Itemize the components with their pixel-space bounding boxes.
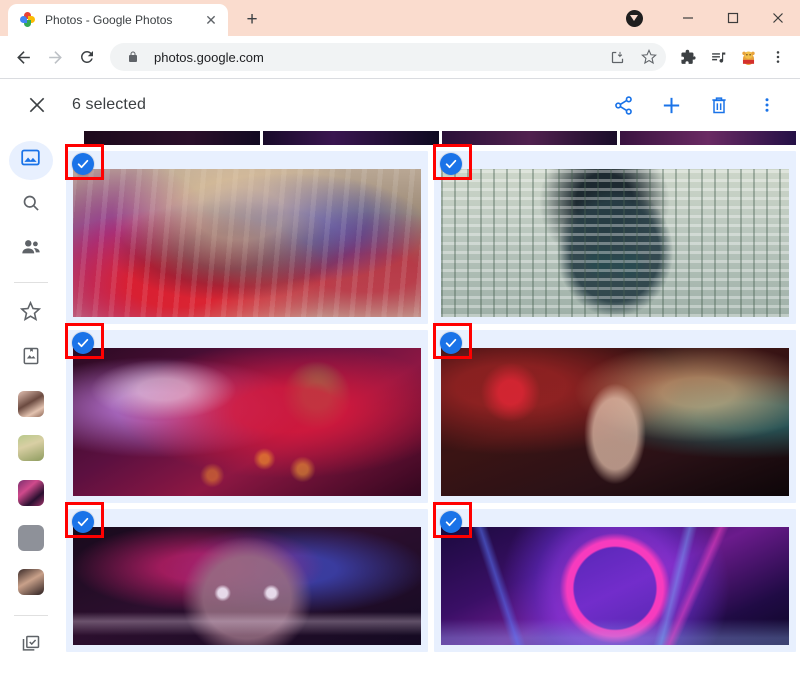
photo-grid-row bbox=[62, 502, 800, 652]
star-icon[interactable] bbox=[638, 46, 660, 68]
face-thumbnail bbox=[17, 390, 44, 417]
album-icon bbox=[21, 346, 41, 371]
photo-tile-pink-gunner[interactable] bbox=[65, 323, 428, 503]
star-icon bbox=[19, 301, 42, 327]
browser-window: Photos - Google Photos ✕ + photos.google… bbox=[0, 0, 800, 680]
profile-avatar-icon[interactable] bbox=[621, 5, 647, 31]
sidebar-item-sharing[interactable] bbox=[9, 230, 53, 269]
photo-grid: windeuaq.com bbox=[62, 131, 800, 680]
sidebar-divider bbox=[13, 614, 48, 616]
install-app-icon[interactable] bbox=[606, 46, 628, 68]
photo-grid-row bbox=[62, 323, 800, 503]
sidebar-item-archive[interactable] bbox=[9, 672, 53, 680]
sidebar-rail bbox=[0, 131, 62, 680]
maximize-button[interactable] bbox=[710, 2, 755, 34]
sidebar-item-face-group-2[interactable] bbox=[9, 563, 53, 602]
browser-tab[interactable]: Photos - Google Photos ✕ bbox=[8, 4, 228, 36]
photo-grid-row bbox=[62, 144, 800, 324]
trash-icon[interactable] bbox=[704, 90, 734, 120]
window-controls bbox=[621, 0, 800, 36]
sidebar-item-albums[interactable] bbox=[9, 340, 53, 379]
window-close-button[interactable] bbox=[755, 2, 800, 34]
browser-toolbar: photos.google.com bbox=[0, 36, 800, 78]
sidebar-item-album-thumb[interactable] bbox=[9, 474, 53, 513]
app-body: windeuaq.com bbox=[0, 131, 800, 680]
photo-thumbnail[interactable] bbox=[73, 169, 421, 317]
address-bar-url: photos.google.com bbox=[154, 49, 264, 65]
photo-tile-partial-4[interactable] bbox=[620, 131, 796, 145]
utilities-icon bbox=[21, 634, 41, 659]
photo-tile-android-matrix[interactable] bbox=[433, 144, 796, 324]
photo-tile-neon-portrait[interactable] bbox=[65, 502, 428, 652]
photo-thumbnail[interactable] bbox=[441, 169, 789, 317]
check-icon[interactable] bbox=[72, 332, 94, 354]
three-dot-menu-icon[interactable] bbox=[764, 43, 792, 71]
photo-icon bbox=[20, 147, 41, 173]
plus-icon[interactable] bbox=[656, 90, 686, 120]
new-tab-button[interactable]: + bbox=[238, 6, 266, 34]
photo-grid-partial-row bbox=[62, 131, 800, 145]
check-icon[interactable] bbox=[72, 153, 94, 175]
browser-titlebar: Photos - Google Photos ✕ + bbox=[0, 0, 800, 36]
sidebar-item-pet-group[interactable] bbox=[9, 429, 53, 468]
photo-thumbnail[interactable] bbox=[441, 348, 789, 496]
lock-icon bbox=[122, 46, 144, 68]
face-thumbnail bbox=[17, 569, 44, 596]
photo-thumbnail[interactable] bbox=[73, 527, 421, 645]
album-thumbnail bbox=[17, 480, 44, 507]
three-dot-menu-icon[interactable] bbox=[752, 90, 782, 120]
search-icon bbox=[21, 193, 41, 218]
photo-tile-cyber-motorcycle[interactable] bbox=[65, 144, 428, 324]
back-arrow-icon[interactable] bbox=[8, 42, 38, 72]
selection-actions bbox=[608, 90, 782, 120]
tab-title: Photos - Google Photos bbox=[45, 13, 173, 27]
photo-tile-partial-1[interactable] bbox=[84, 131, 260, 145]
profile-avatar-icon[interactable] bbox=[734, 43, 762, 71]
check-icon[interactable] bbox=[440, 511, 462, 533]
sidebar-item-utilities[interactable] bbox=[9, 628, 53, 667]
check-icon[interactable] bbox=[440, 332, 462, 354]
share-icon[interactable] bbox=[608, 90, 638, 120]
photo-thumbnail[interactable] bbox=[73, 348, 421, 496]
sidebar-item-face-group-1[interactable] bbox=[9, 384, 53, 423]
check-icon[interactable] bbox=[440, 153, 462, 175]
sidebar-item-placeholder[interactable] bbox=[9, 518, 53, 557]
puzzle-icon[interactable] bbox=[674, 43, 702, 71]
people-icon bbox=[20, 236, 42, 263]
photo-tile-neon-circle[interactable] bbox=[433, 502, 796, 652]
minimize-button[interactable] bbox=[665, 2, 710, 34]
check-icon[interactable] bbox=[72, 511, 94, 533]
sidebar-divider bbox=[13, 282, 48, 283]
exit-selection-button[interactable] bbox=[18, 86, 56, 124]
google-photos-favicon bbox=[20, 12, 36, 28]
reload-icon[interactable] bbox=[72, 42, 102, 72]
media-playlist-icon[interactable] bbox=[704, 43, 732, 71]
sidebar-item-favorites[interactable] bbox=[9, 295, 53, 334]
address-bar[interactable]: photos.google.com bbox=[110, 43, 666, 71]
photo-tile-partial-3[interactable] bbox=[441, 131, 618, 145]
sidebar-item-search[interactable] bbox=[9, 186, 53, 225]
forward-arrow-icon[interactable] bbox=[40, 42, 70, 72]
pet-thumbnail bbox=[17, 435, 44, 462]
close-icon[interactable]: ✕ bbox=[202, 11, 220, 29]
grey-thumbnail bbox=[17, 524, 44, 551]
selected-count-label: 6 selected bbox=[72, 96, 146, 113]
photo-tile-partial-2[interactable] bbox=[262, 131, 439, 145]
photo-thumbnail[interactable] bbox=[441, 527, 789, 645]
sidebar-item-photos[interactable] bbox=[8, 141, 53, 180]
photo-tile-soldier-rifle[interactable] bbox=[433, 323, 796, 503]
selection-toolbar: 6 selected bbox=[0, 79, 800, 131]
